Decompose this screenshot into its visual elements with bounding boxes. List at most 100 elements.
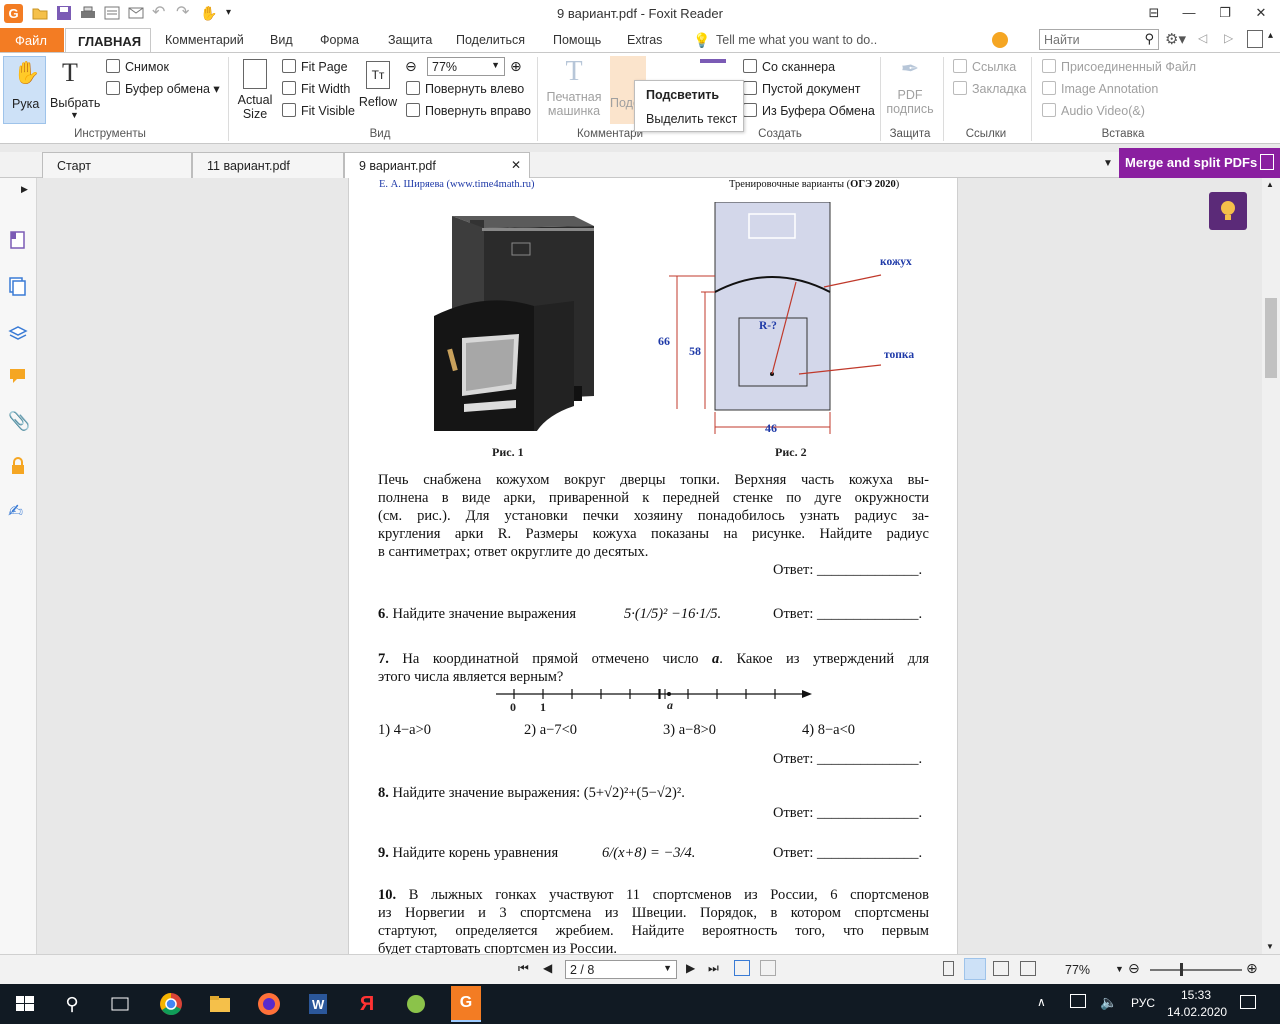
next-view-icon[interactable] [760,960,776,976]
status-zoom-value[interactable]: 77% [1065,963,1090,977]
prev-view-icon[interactable] [734,960,750,976]
foxit-taskbar-icon[interactable]: G [451,986,481,1022]
chevron-down-icon[interactable]: ▼ [1115,964,1124,974]
ribbon-options-icon[interactable]: ⊟ [1143,3,1165,23]
doc-tab-11[interactable]: 11 вариант.pdf [192,152,344,178]
zoom-in-icon[interactable]: ⊕ [510,58,522,75]
facing-icon[interactable] [993,961,1009,976]
rotate-left-button[interactable]: Повернуть влево [406,81,524,96]
tab-view[interactable]: Вид [270,33,293,47]
show-hidden-icons-icon[interactable]: ∧ [1037,995,1046,1009]
volume-icon[interactable]: 🔈 [1100,994,1117,1011]
select-text-menu-item[interactable]: Выделить текст [646,112,737,126]
doc-tab-start[interactable]: Старт [42,152,192,178]
from-scanner-button[interactable]: Со сканнера [743,59,835,74]
file-explorer-icon[interactable] [206,990,234,1018]
bookmark-button[interactable]: Закладка [953,81,1026,96]
highlight-menu-item[interactable]: Подсветить [646,88,719,102]
layers-icon[interactable] [8,321,28,341]
tips-button[interactable] [1209,192,1247,230]
word-icon[interactable]: W [304,990,332,1018]
maximize-button[interactable]: ❐ [1214,3,1236,23]
scroll-up-icon[interactable]: ▲ [1266,180,1274,189]
expand-panel-icon[interactable]: ▶ [21,184,28,195]
feedback-icon[interactable] [992,32,1008,48]
audio-video-button[interactable]: Audio Video(&) [1042,103,1145,118]
input-language[interactable]: РУС [1131,996,1155,1010]
single-page-icon[interactable] [943,961,954,976]
typewriter-button[interactable]: T Печатная машинка [542,56,606,124]
image-annotation-button[interactable]: Image Annotation [1042,81,1158,96]
search-box[interactable]: ⚲ [1039,29,1159,50]
tab-form[interactable]: Форма [320,33,359,47]
page-number-field[interactable]: 2 / 8 ▼ [565,960,677,979]
clipboard-button[interactable]: Буфер обмена ▾ [106,81,220,96]
vertical-scrollbar[interactable]: ▲ ▼ [1262,178,1280,954]
pdf-sign-button[interactable]: ✒ PDF подпись [886,56,934,124]
chrome-icon[interactable] [157,990,185,1018]
search-input[interactable] [1040,30,1136,49]
reflow-button[interactable]: Tт Reflow [357,56,399,124]
rotate-right-button[interactable]: Повернуть вправо [406,103,531,118]
search-icon[interactable]: ⚲ [58,990,86,1018]
firefox-icon[interactable] [255,990,283,1018]
tab-list-icon[interactable]: ▼ [1103,158,1113,169]
thumbnails-icon[interactable] [8,276,28,296]
status-zoom-out-icon[interactable]: ⊖ [1128,960,1140,977]
link-button[interactable]: Ссылка [953,59,1016,74]
fit-visible-button[interactable]: Fit Visible [282,103,355,118]
merge-banner[interactable]: Merge and split PDFs [1119,148,1280,178]
create-pdf-icon[interactable] [700,59,726,79]
search-icon[interactable]: ⚲ [1144,31,1154,47]
next-result-icon[interactable]: ▷ [1224,31,1233,45]
scroll-down-icon[interactable]: ▼ [1266,942,1274,951]
attachments-icon[interactable]: 📎 [8,411,30,431]
tab-home[interactable]: ГЛАВНАЯ [65,28,151,53]
document-view[interactable]: Е. А. Ширяева (www.time4math.ru) Трениро… [37,178,1262,954]
close-tab-icon[interactable]: ✕ [511,158,521,172]
next-page-icon[interactable]: ▶ [686,961,695,975]
task-view-icon[interactable] [106,990,134,1018]
snapshot-button[interactable]: Снимок [106,59,169,74]
yandex-browser-icon[interactable]: Я [353,990,381,1018]
blank-doc-button[interactable]: Пустой документ [743,81,860,96]
minimize-button[interactable]: — [1178,3,1200,23]
tab-comment[interactable]: Комментарий [165,33,244,47]
zoom-slider[interactable] [1150,969,1242,971]
signature-icon[interactable]: ✍ [8,501,28,521]
zoom-slider-thumb[interactable] [1180,963,1183,976]
tab-help[interactable]: Помощь [553,33,601,47]
collapse-ribbon-icon[interactable]: ▴ [1268,30,1273,41]
from-clipboard-button[interactable]: Из Буфера Обмена [743,103,875,118]
clock-time[interactable]: 15:33 [1181,988,1211,1002]
network-icon[interactable] [1070,994,1086,1008]
tab-protect[interactable]: Защита [388,33,432,47]
comments-icon[interactable] [8,366,28,386]
lock-icon[interactable] [8,456,28,476]
prev-result-icon[interactable]: ◁ [1198,31,1207,45]
attached-file-button[interactable]: Присоединенный Файл [1042,59,1196,74]
pages-icon[interactable] [8,230,28,250]
prev-page-icon[interactable]: ◀ [543,961,552,975]
select-tool-button[interactable]: T Выбрать ▼ [50,56,100,124]
user-icon[interactable] [1247,30,1263,48]
continuous-page-icon[interactable] [964,958,986,980]
tab-extras[interactable]: Extras [627,33,662,47]
continuous-facing-icon[interactable] [1020,961,1036,976]
status-zoom-in-icon[interactable]: ⊕ [1246,960,1258,977]
fit-width-button[interactable]: Fit Width [282,81,350,96]
tell-me-input[interactable]: Tell me what you want to do.. [716,33,877,47]
game-icon[interactable] [402,990,430,1018]
hand-tool-button[interactable]: ✋ Рука [3,56,46,124]
clock-date[interactable]: 14.02.2020 [1167,1005,1227,1019]
fit-page-button[interactable]: Fit Page [282,59,348,74]
last-page-icon[interactable]: ⏭ [708,961,719,976]
tab-file[interactable]: Файл [0,28,64,52]
notifications-icon[interactable] [1240,995,1256,1009]
zoom-select[interactable]: 77% ▼ [427,57,505,76]
close-button[interactable]: ✕ [1250,3,1272,23]
doc-tab-9[interactable]: 9 вариант.pdf ✕ [344,152,530,178]
scroll-thumb[interactable] [1265,298,1277,378]
first-page-icon[interactable]: ⏮ [518,961,529,976]
tab-share[interactable]: Поделиться [456,33,525,47]
